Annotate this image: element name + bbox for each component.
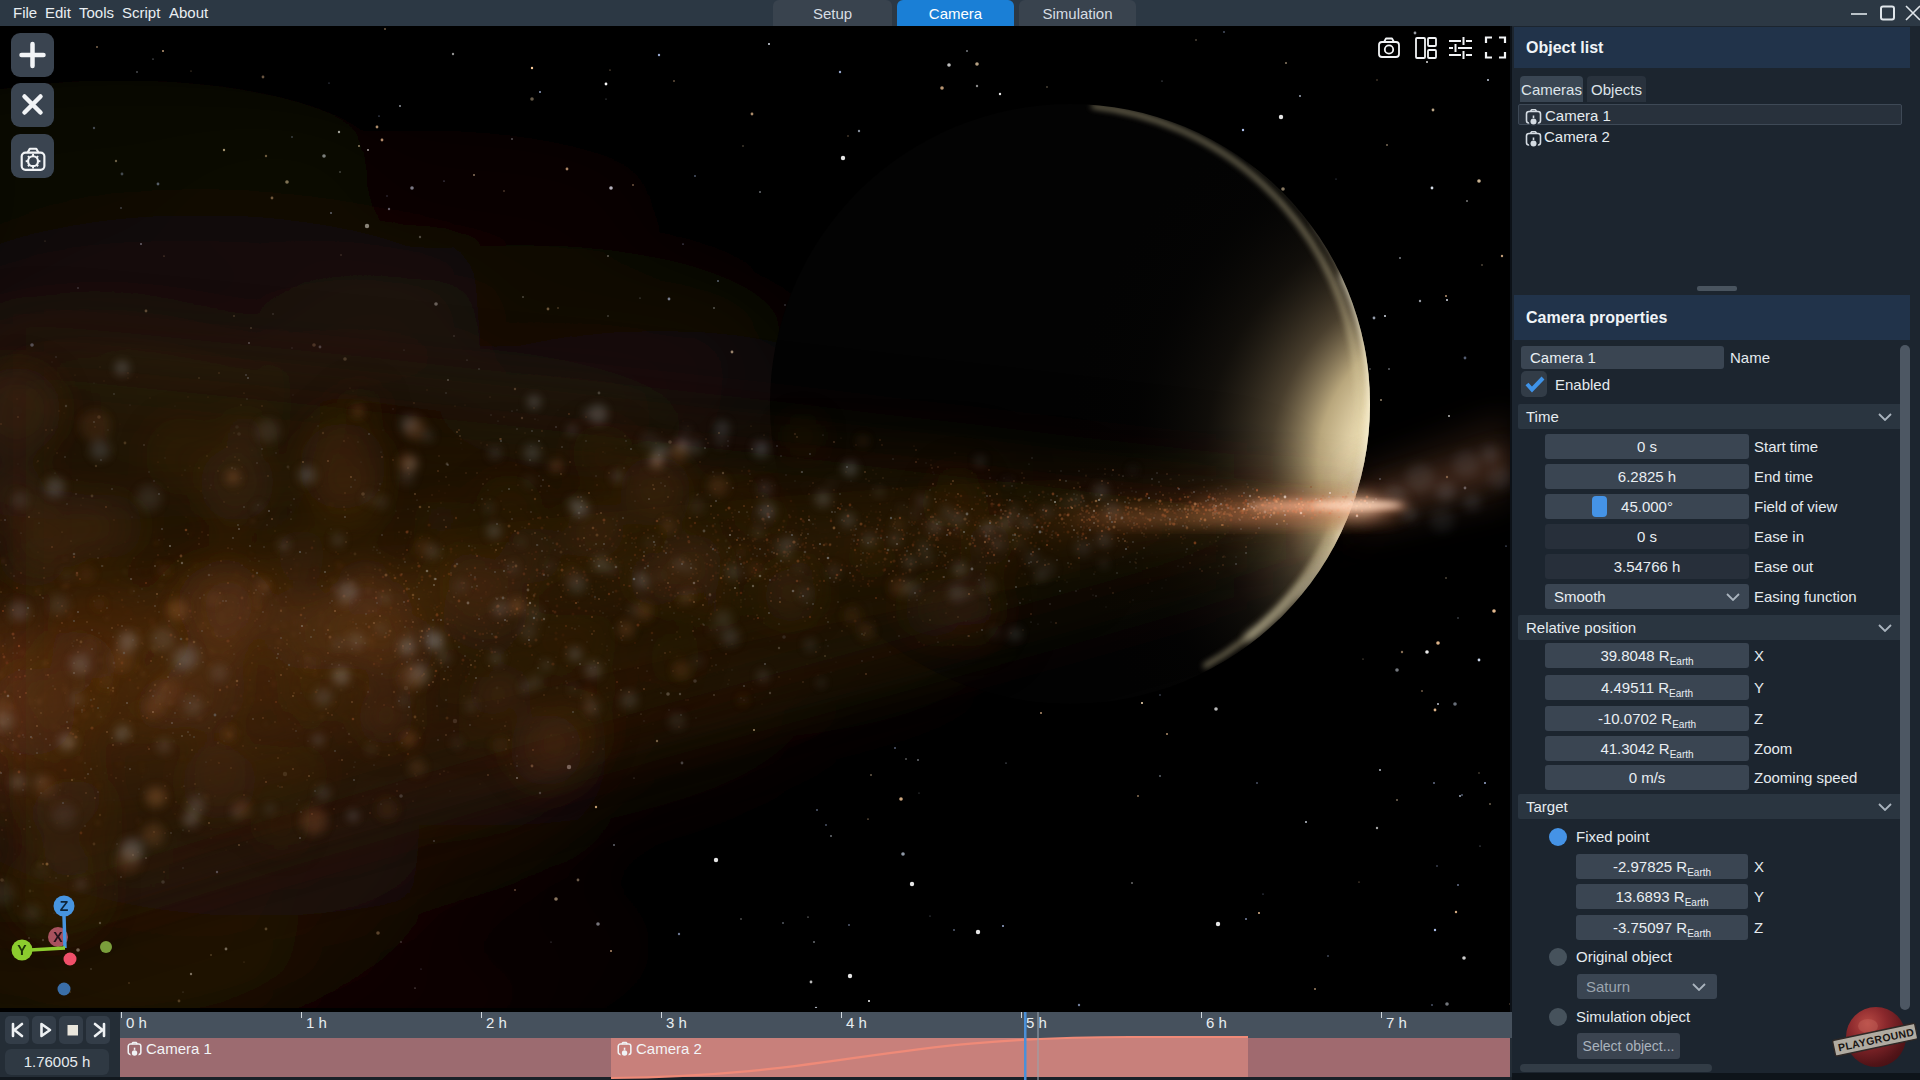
svg-text:Z: Z <box>60 898 69 914</box>
svg-text:X: X <box>53 929 63 945</box>
svg-text:Y: Y <box>17 942 27 958</box>
